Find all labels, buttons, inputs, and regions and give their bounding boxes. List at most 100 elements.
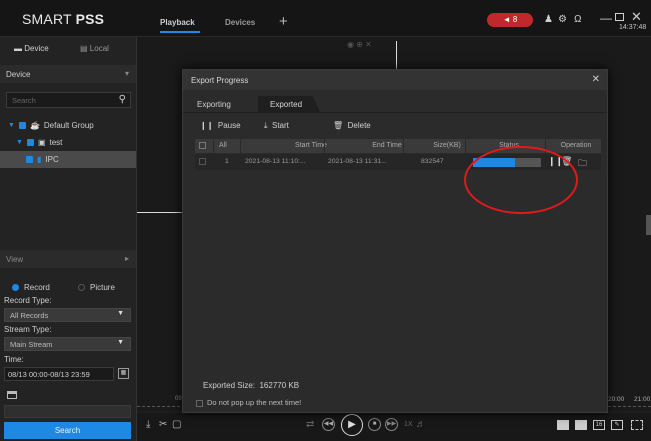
radio-record[interactable]: Record	[12, 283, 50, 292]
time-range-field[interactable]: 08/13 00:00-08/13 23:59	[4, 367, 114, 381]
dialog-close-button[interactable]: ✕	[592, 74, 600, 85]
minimize-button[interactable]: —	[600, 11, 612, 25]
frame-icon[interactable]: ▢	[172, 419, 181, 430]
select-all-checkbox[interactable]	[199, 142, 206, 149]
sync-icon[interactable]: ⇄	[306, 419, 314, 430]
row-checkbox[interactable]	[199, 158, 206, 165]
dialog-title: Export Progress	[191, 76, 249, 85]
card-icon	[7, 391, 17, 399]
tree-item-ipc[interactable]: ▮ IPC	[0, 151, 136, 168]
search-icon[interactable]: ⚲	[119, 94, 126, 105]
alarm-badge[interactable]: ◄ 8	[487, 13, 533, 27]
time-label: Time:	[4, 355, 24, 364]
video-control-icons[interactable]: ◉ ⊕ ✕	[347, 40, 372, 49]
device-icon: ▬	[14, 44, 22, 53]
volume-icon[interactable]: ♬	[416, 419, 426, 430]
delete-button[interactable]: 🗑 Delete	[333, 121, 371, 130]
column-separator	[213, 139, 214, 153]
maximize-button[interactable]	[615, 13, 624, 21]
rewind-button[interactable]: ◀◀	[322, 418, 335, 431]
row-size: 832547	[421, 158, 444, 165]
highlight-annotation-circle	[464, 146, 578, 214]
row-start-time: 2021-08-13 11:10:...	[245, 158, 306, 165]
download-icon: ⤓	[264, 121, 268, 130]
add-tab-button[interactable]: +	[279, 13, 288, 30]
close-button[interactable]: ✕	[631, 9, 642, 25]
checkbox-icon[interactable]	[26, 156, 33, 163]
export-progress-dialog: Export Progress ✕ Exporting Exported ❙❙ …	[182, 69, 608, 413]
device-icon: ▣	[37, 138, 46, 147]
row-end-time: 2021-08-13 11:31...	[328, 158, 387, 165]
trash-icon: 🗑	[333, 121, 344, 130]
tab-device[interactable]: ▬ Device	[14, 44, 49, 60]
download-icon[interactable]: ⤓	[146, 419, 150, 430]
radio-unselected-icon	[78, 284, 85, 291]
device-header[interactable]: Device ▾	[0, 65, 136, 83]
stream-type-dropdown[interactable]: Main Stream ▼	[4, 337, 131, 351]
side-collapse-handle[interactable]	[646, 215, 651, 235]
checkbox-icon[interactable]	[18, 122, 26, 129]
app-logo: SMART PSS	[22, 11, 105, 27]
layout-16-button[interactable]: 16	[593, 420, 605, 430]
forward-button[interactable]: ▶▶	[385, 418, 398, 431]
scissor-icon[interactable]: ✂	[159, 419, 167, 430]
col-start-time: Start Time	[295, 142, 327, 149]
collapse-arrow-icon: ▾	[124, 69, 129, 78]
play-button[interactable]: ▶	[341, 414, 363, 436]
column-separator	[324, 139, 325, 153]
local-icon: ▤	[80, 44, 88, 53]
view-header[interactable]: View ▸	[0, 250, 136, 268]
record-type-label: Record Type:	[4, 296, 52, 305]
gear-icon[interactable]: ⚙	[558, 14, 567, 25]
stop-button[interactable]: ■	[368, 418, 381, 431]
card-field[interactable]	[4, 405, 131, 418]
expand-arrow-icon: ▸	[124, 254, 129, 263]
layout-9-button[interactable]	[575, 420, 587, 430]
tab-exporting[interactable]: Exporting	[197, 100, 231, 109]
user-icon[interactable]: ♟	[544, 14, 553, 25]
col-end-time: End Time	[372, 142, 402, 149]
row-folder-icon[interactable]: 🗀	[578, 156, 587, 172]
pause-icon: ❙❙	[200, 121, 214, 130]
column-separator	[465, 139, 466, 153]
layout-edit-button[interactable]: ✎	[611, 420, 623, 430]
active-tab-indicator	[160, 31, 200, 33]
column-separator	[403, 139, 404, 153]
record-type-dropdown[interactable]: All Records ▼	[4, 308, 131, 322]
tree-item-test[interactable]: ▼ ▣ test	[16, 135, 62, 150]
tree-item-default-group[interactable]: ▼ ☕ Default Group	[8, 118, 94, 133]
performance-icon[interactable]: Ω	[574, 14, 582, 25]
speed-label[interactable]: 1X	[404, 421, 413, 428]
tab-devices[interactable]: Devices	[225, 18, 255, 27]
tab-playback[interactable]: Playback	[160, 18, 195, 27]
tab-exported[interactable]: Exported	[258, 96, 320, 112]
start-button[interactable]: ⤓ Start	[264, 121, 289, 131]
column-separator	[240, 139, 241, 153]
expand-icon[interactable]: ▼	[8, 122, 15, 129]
clock: 14:37:48	[619, 24, 647, 31]
pause-button[interactable]: ❙❙ Pause	[200, 121, 241, 130]
tab-local[interactable]: ▤ Local	[80, 44, 109, 60]
search-button[interactable]: Search	[4, 422, 131, 439]
fullscreen-button[interactable]	[631, 420, 643, 430]
layout-4-button[interactable]	[557, 420, 569, 430]
radio-picture[interactable]: Picture	[78, 283, 115, 292]
timeline-time-right-1: 20:00	[608, 396, 625, 403]
dont-pop-checkbox[interactable]	[196, 400, 203, 407]
expand-icon[interactable]: ▼	[16, 139, 23, 146]
calendar-icon[interactable]: ▦	[118, 368, 129, 379]
row-index: 1	[225, 158, 229, 165]
exported-size: Exported Size: 162770 KB	[203, 381, 300, 390]
dropdown-caret-icon: ▼	[117, 339, 124, 346]
checkbox-icon[interactable]	[26, 139, 34, 146]
camera-icon: ▮	[37, 155, 42, 164]
search-input[interactable]: Search	[12, 96, 36, 105]
dont-pop-label: Do not pop up the next time!	[207, 398, 302, 407]
search-box[interactable]: Search ⚲	[6, 92, 131, 108]
col-all: All	[219, 142, 227, 149]
col-operation: Operation	[560, 142, 592, 149]
stream-type-label: Stream Type:	[4, 325, 52, 334]
timeline-time-right-2: 21:00	[634, 396, 651, 403]
group-icon: ☕	[29, 121, 40, 130]
tab-divider	[183, 112, 607, 113]
